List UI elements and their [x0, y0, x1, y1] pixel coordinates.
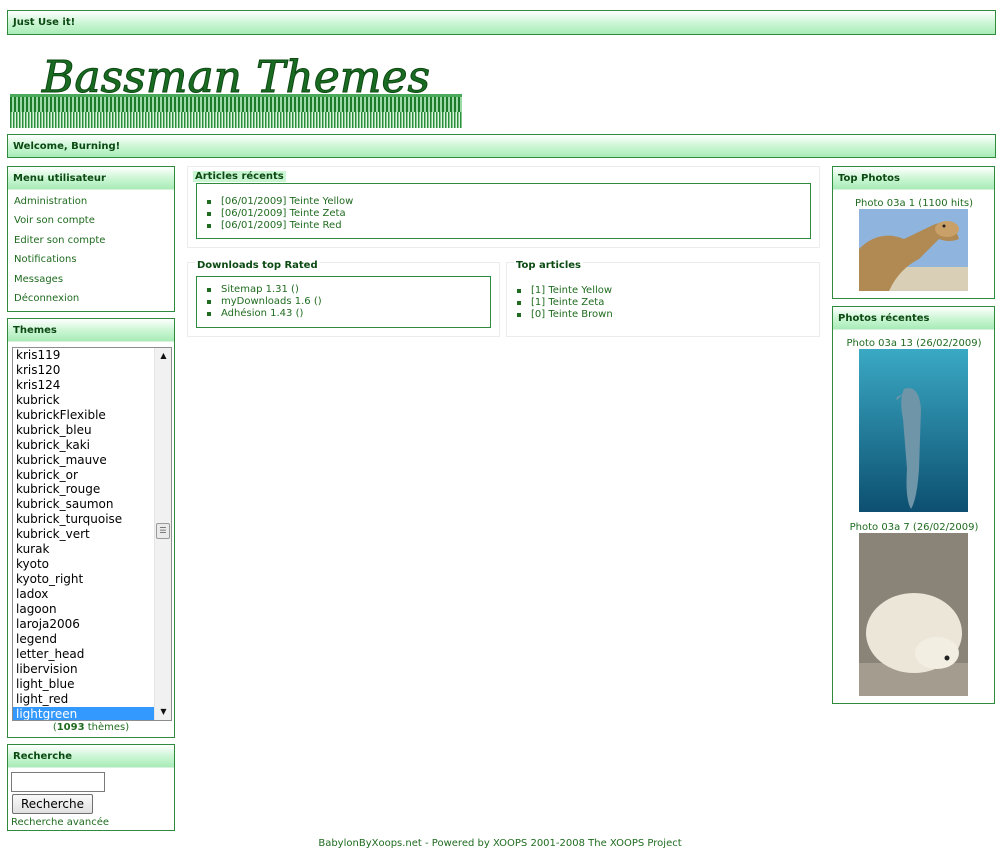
list-item[interactable]: Sitemap 1.31 (): [197, 284, 322, 296]
downloads-title: Downloads top Rated: [195, 260, 320, 271]
recent-photos-title: Photos récentes: [833, 307, 994, 330]
theme-option[interactable]: kris120: [13, 363, 155, 378]
theme-option[interactable]: legend: [13, 632, 155, 647]
theme-option[interactable]: ladox: [13, 587, 155, 602]
recent-articles-title: Articles récents: [193, 171, 286, 182]
recent-photo-caption-1[interactable]: Photo 03a 13 (26/02/2009): [833, 338, 995, 349]
site-tagline-bar: Just Use it!: [7, 10, 996, 35]
search-button[interactable]: Recherche: [12, 794, 93, 814]
list-item[interactable]: [06/01/2009] Teinte Red: [197, 220, 353, 232]
scroll-down-arrow-icon[interactable]: ▼: [155, 704, 171, 720]
theme-option[interactable]: kubrick_bleu: [13, 423, 155, 438]
footer: BabylonByXoops.net - Powered by XOOPS 20…: [0, 838, 1000, 849]
menu-item-edit-account[interactable]: Editer son compte: [8, 235, 174, 254]
menu-item-administration[interactable]: Administration: [8, 196, 174, 215]
logo-text: Bassman Themes: [41, 52, 430, 103]
themes-scrollbar[interactable]: ▲ ☰ ▼: [154, 348, 171, 720]
list-item[interactable]: [0] Teinte Brown: [507, 309, 613, 321]
site-tagline: Just Use it!: [13, 17, 76, 28]
theme-option[interactable]: kurak: [13, 542, 155, 557]
theme-option[interactable]: kubrick: [13, 393, 155, 408]
themes-rows: kris119 kris120 kris124 kubrick kubrickFlexi…: [13, 348, 171, 720]
top-photos-title: Top Photos: [833, 167, 994, 190]
recent-articles-panel: [06/01/2009] Teinte Yellow [06/01/2009] …: [187, 166, 820, 248]
footer-link[interactable]: BabylonByXoops.net - Powered by XOOPS 20…: [318, 838, 681, 849]
search-block: Recherche Recherche Recherche avancée: [7, 744, 175, 831]
welcome-text: Welcome, Burning!: [13, 141, 121, 152]
theme-option[interactable]: lagoon: [13, 602, 155, 617]
polar-bear-photo[interactable]: [859, 533, 968, 696]
recent-articles-list: [06/01/2009] Teinte Yellow [06/01/2009] …: [197, 196, 353, 232]
recent-photos-block: Photos récentes Photo 03a 13 (26/02/2009…: [832, 306, 995, 704]
top-articles-panel: [1] Teinte Yellow [1] Teinte Zeta [0] Te…: [506, 260, 820, 337]
theme-option[interactable]: letter_head: [13, 647, 155, 662]
search-input[interactable]: [11, 772, 105, 792]
menu-item-notifications[interactable]: Notifications: [8, 254, 174, 273]
recent-articles-fieldset: [06/01/2009] Teinte Yellow [06/01/2009] …: [196, 183, 811, 239]
list-item[interactable]: [06/01/2009] Teinte Zeta: [197, 208, 353, 220]
scroll-thumb[interactable]: ☰: [156, 523, 170, 539]
theme-option[interactable]: kyoto: [13, 557, 155, 572]
user-menu-block: Menu utilisateur Administration Voir son…: [7, 166, 175, 312]
themes-listbox[interactable]: kris119 kris120 kris124 kubrick kubrickFlexi…: [12, 347, 172, 721]
menu-item-messages[interactable]: Messages: [8, 274, 174, 293]
themes-title: Themes: [8, 319, 174, 342]
list-item[interactable]: [1] Teinte Yellow: [507, 285, 613, 297]
theme-option[interactable]: kubrickFlexible: [13, 408, 155, 423]
dolphin-photo[interactable]: [859, 349, 968, 512]
theme-option[interactable]: light_red: [13, 692, 155, 707]
search-title: Recherche: [8, 745, 174, 768]
theme-option[interactable]: kyoto_right: [13, 572, 155, 587]
theme-option[interactable]: kubrick_mauve: [13, 453, 155, 468]
theme-option[interactable]: lightgreen: [13, 706, 155, 720]
theme-option[interactable]: libervision: [13, 662, 155, 677]
themes-count: (1093 thèmes): [52, 722, 130, 733]
theme-option[interactable]: kubrick_turquoise: [13, 512, 155, 527]
list-item[interactable]: [06/01/2009] Teinte Yellow: [197, 196, 353, 208]
top-articles-list: [1] Teinte Yellow [1] Teinte Zeta [0] Te…: [507, 285, 613, 321]
user-menu-title: Menu utilisateur: [8, 167, 174, 190]
top-photos-block: Top Photos Photo 03a 1 (1100 hits): [832, 166, 995, 299]
top-articles-title: Top articles: [514, 260, 583, 271]
downloads-list: Sitemap 1.31 () myDownloads 1.6 () Adhés…: [197, 284, 322, 320]
theme-option[interactable]: laroja2006: [13, 617, 155, 632]
menu-item-logout[interactable]: Déconnexion: [8, 293, 174, 312]
welcome-bar: Welcome, Burning!: [7, 134, 996, 158]
theme-option[interactable]: kubrick_or: [13, 468, 155, 483]
themes-block: Themes kris119 kris120 kris124 kubrick kubri…: [7, 318, 175, 738]
recent-photo-caption-2[interactable]: Photo 03a 7 (26/02/2009): [833, 522, 995, 533]
theme-option[interactable]: kubrick_saumon: [13, 497, 155, 512]
theme-option[interactable]: kubrick_rouge: [13, 482, 155, 497]
top-photo-caption[interactable]: Photo 03a 1 (1100 hits): [833, 198, 995, 209]
list-item[interactable]: [1] Teinte Zeta: [507, 297, 613, 309]
themes-count-number: 1093: [56, 722, 85, 733]
list-item[interactable]: Adhésion 1.43 (): [197, 308, 322, 320]
downloads-panel: Sitemap 1.31 () myDownloads 1.6 () Adhés…: [187, 260, 500, 337]
theme-option[interactable]: kris124: [13, 378, 155, 393]
advanced-search-link[interactable]: Recherche avancée: [11, 817, 109, 828]
camel-photo[interactable]: [859, 209, 968, 291]
scroll-up-arrow-icon[interactable]: ▲: [155, 348, 171, 364]
theme-option[interactable]: kubrick_kaki: [13, 438, 155, 453]
menu-item-view-account[interactable]: Voir son compte: [8, 215, 174, 234]
list-item[interactable]: myDownloads 1.6 (): [197, 296, 322, 308]
theme-option[interactable]: kris119: [13, 348, 155, 363]
theme-option[interactable]: kubrick_vert: [13, 527, 155, 542]
downloads-fieldset: Sitemap 1.31 () myDownloads 1.6 () Adhés…: [196, 276, 491, 328]
bassman-themes-logo[interactable]: Bassman Themes: [10, 44, 464, 131]
theme-option[interactable]: light_blue: [13, 677, 155, 692]
